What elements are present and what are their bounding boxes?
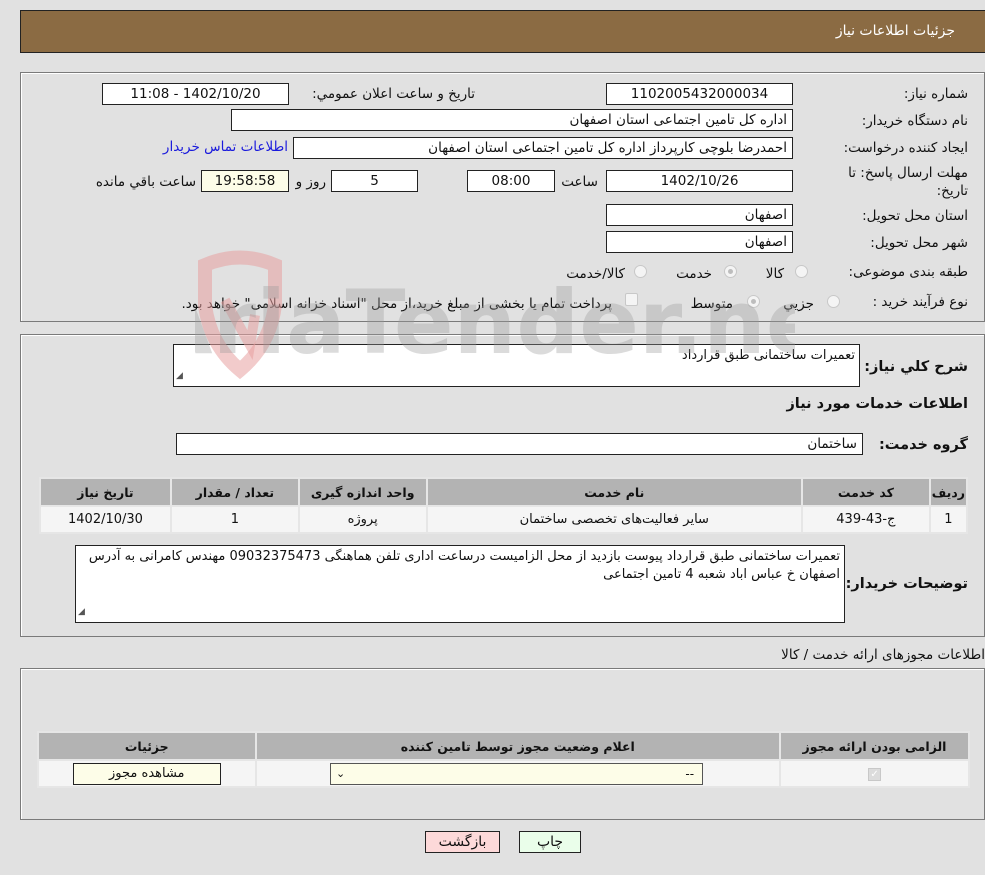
province-field: اصفهان [606, 204, 793, 226]
permit-status-value: -- [685, 766, 695, 781]
service-group-label: گروه خدمت: [878, 437, 968, 453]
service-group-field: ساختمان [176, 433, 863, 455]
resize-grip-icon[interactable]: ◢ [78, 603, 85, 621]
days-label: روز و [295, 174, 326, 190]
process-option-medium: متوسط [690, 296, 733, 312]
category-option-service: خدمت [676, 266, 712, 282]
city-label: شهر محل تحویل: [870, 235, 968, 251]
cell-permit-details: مشاهده مجوز [37, 759, 257, 788]
col-permit-status: اعلام وضعیت مجوز توسط تامین کننده [254, 731, 782, 761]
days-remaining-field: 5 [331, 170, 418, 192]
permits-table-header: الزامی بودن ارائه مجوز اعلام وضعیت مجوز … [37, 731, 970, 761]
category-option-goods: کالا [765, 266, 784, 282]
announce-datetime-label: تاريخ و ساعت اعلان عمومي: [312, 86, 475, 102]
buyer-org-field: اداره کل تامین اجتماعی استان اصفهان [231, 109, 793, 131]
col-row-number: رديف [928, 477, 969, 507]
cell-row-number: 1 [928, 505, 969, 534]
treasury-note: پرداخت تمام یا بخشی از مبلغ خرید،از محل … [181, 296, 612, 312]
summary-text: تعمیرات ساختمانی طبق قرارداد [681, 348, 855, 363]
col-permit-required: الزامی بودن ارائه مجوز [779, 731, 970, 761]
col-service-name: نام خدمت [425, 477, 803, 507]
view-permit-button[interactable]: مشاهده مجوز [72, 762, 221, 785]
back-button[interactable]: بازگشت [425, 831, 500, 853]
province-label: استان محل تحویل: [862, 208, 968, 224]
need-number-label: شماره نیاز: [903, 86, 968, 102]
process-type-label: نوع فرآیند خرید : [872, 294, 968, 310]
time-remaining-label: ساعت باقي مانده [95, 174, 196, 190]
deadline-label-2: تاریخ: [936, 183, 968, 199]
permits-section-title: اطلاعات مجوزهای ارائه خدمت / کالا [781, 647, 985, 663]
page-header: جزئیات اطلاعات نیاز [20, 10, 985, 53]
buyer-notes-label: توضيحات خريدار: [845, 576, 968, 592]
category-radio-goods[interactable] [795, 265, 808, 278]
process-radio-minor[interactable] [827, 295, 840, 308]
services-table-header: رديف کد خدمت نام خدمت واحد اندازه گيری ت… [39, 477, 969, 507]
cell-service-code: ج-43-439 [800, 505, 931, 534]
city-field: اصفهان [606, 231, 793, 253]
time-remaining-field: 19:58:58 [201, 170, 289, 192]
cell-service-name: سایر فعالیت‌های تخصصی ساختمان [425, 505, 803, 534]
treasury-checkbox[interactable] [625, 293, 638, 306]
buyer-org-label: نام دستگاه خریدار: [861, 113, 968, 129]
category-radio-goods-service[interactable] [634, 265, 647, 278]
deadline-date-field: 1402/10/26 [606, 170, 793, 192]
chevron-down-icon: ⌄ [336, 766, 346, 780]
buyer-notes-textarea[interactable]: تعمیرات ساختمانی طبق قرارداد پیوست بازدی… [75, 545, 845, 623]
cell-quantity: 1 [169, 505, 300, 534]
category-option-goods-service: کالا/خدمت [566, 266, 625, 282]
services-table: رديف کد خدمت نام خدمت واحد اندازه گيری ت… [39, 477, 969, 534]
page-title: جزئیات اطلاعات نیاز [835, 23, 955, 39]
cell-unit: پروژه [297, 505, 428, 534]
summary-textarea[interactable]: تعمیرات ساختمانی طبق قرارداد ◢ [173, 344, 860, 387]
permits-table: الزامی بودن ارائه مجوز اعلام وضعیت مجوز … [37, 731, 970, 788]
services-section-title: اطلاعات خدمات مورد نياز [786, 396, 968, 412]
col-permit-details: جزئیات [37, 731, 257, 761]
need-number-field: 1102005432000034 [606, 83, 793, 105]
col-quantity: تعداد / مقدار [169, 477, 300, 507]
buyer-notes-text: تعمیرات ساختمانی طبق قرارداد پیوست بازدی… [88, 549, 840, 582]
announce-datetime-field: 1402/10/20 - 11:08 [102, 83, 289, 105]
col-need-date: تاريخ نياز [39, 477, 172, 507]
permit-status-select[interactable]: -- ⌄ [330, 762, 704, 785]
cell-permit-required: ✓ [779, 759, 970, 788]
permit-required-checkbox[interactable]: ✓ [868, 768, 882, 781]
table-row: ✓ -- ⌄ مشاهده مجوز [37, 759, 970, 788]
buyer-contact-link[interactable]: اطلاعات تماس خریدار [163, 139, 288, 155]
deadline-time-label: ساعت [561, 174, 598, 190]
deadline-time-field: 08:00 [467, 170, 555, 192]
creator-label: ایجاد کننده درخواست: [843, 140, 968, 156]
col-unit: واحد اندازه گيری [297, 477, 428, 507]
table-row: 1 ج-43-439 سایر فعالیت‌های تخصصی ساختمان… [39, 505, 969, 534]
process-radio-medium[interactable] [747, 295, 760, 308]
process-option-minor: جزيي [783, 296, 814, 312]
deadline-label-1: مهلت ارسال پاسخ: تا [848, 165, 968, 181]
cell-permit-status: -- ⌄ [254, 759, 782, 788]
col-service-code: کد خدمت [800, 477, 931, 507]
creator-field: احمدرضا بلوچی کارپرداز اداره کل تامین اج… [293, 137, 793, 159]
print-button[interactable]: چاپ [519, 831, 581, 853]
category-label: طبقه بندی موضوعی: [848, 264, 968, 280]
category-radio-service[interactable] [724, 265, 737, 278]
resize-grip-icon[interactable]: ◢ [176, 367, 183, 385]
summary-label: شرح کلي نياز: [864, 359, 968, 375]
cell-need-date: 1402/10/30 [39, 505, 172, 534]
